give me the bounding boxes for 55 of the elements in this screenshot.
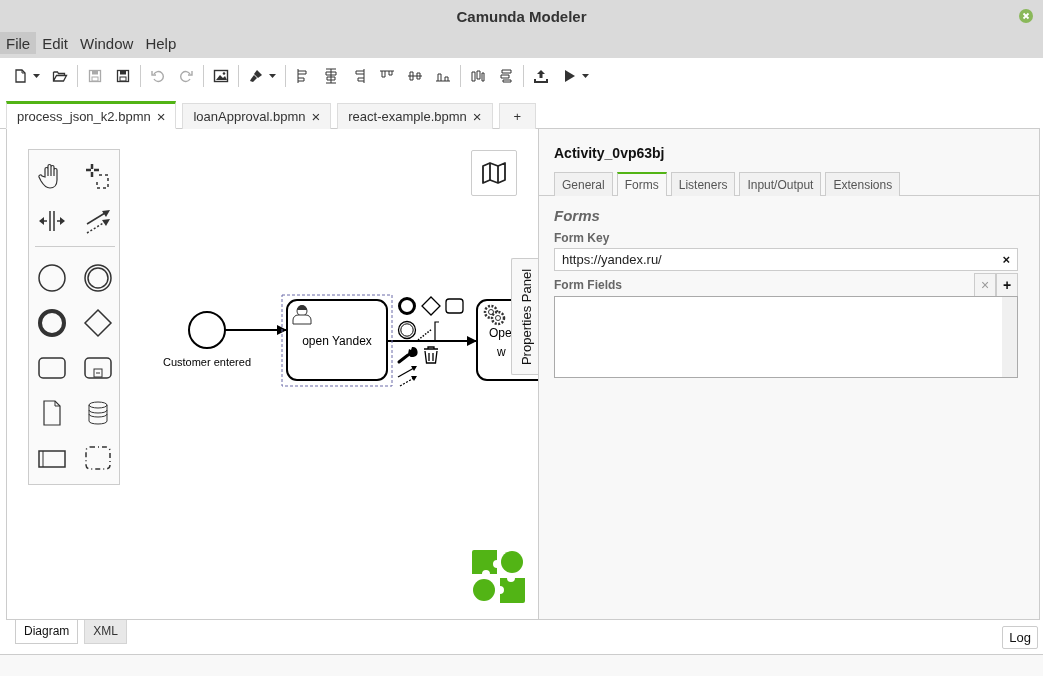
map-icon	[482, 162, 506, 184]
menu-item[interactable]: Help	[139, 32, 183, 54]
gateway-icon[interactable]	[83, 308, 113, 338]
panel-tab[interactable]: Input/Output	[739, 172, 822, 196]
intermediate-event-icon[interactable]	[397, 320, 417, 340]
start-event-icon[interactable]	[37, 263, 67, 293]
event-label: Customer entered	[163, 356, 251, 368]
annotation-icon[interactable]	[417, 321, 440, 342]
menu-item[interactable]: Edit	[36, 32, 75, 54]
add-button[interactable]: +	[996, 273, 1018, 296]
view-tab[interactable]: XML	[84, 620, 128, 644]
window-title: Camunda Modeler	[456, 7, 587, 25]
panel-tab[interactable]: General	[554, 172, 613, 196]
gears-icon	[483, 304, 506, 326]
sequence-flow	[224, 325, 287, 335]
file-tab[interactable]: react-example.bpmn ×	[337, 103, 493, 129]
properties-panel-toggle[interactable]: Properties Panel	[511, 258, 538, 375]
new-tab-button[interactable]: +	[498, 103, 537, 129]
field-label: Form Fields	[554, 278, 622, 294]
clear-button[interactable]: ×	[1002, 252, 1010, 267]
user-icon	[292, 305, 312, 325]
field-label: Form Key	[554, 231, 611, 245]
element-id: Activity_0vp63bj	[553, 144, 666, 163]
input-field[interactable]: https://yandex.ru/ ×	[554, 248, 1018, 271]
minimap-button[interactable]	[471, 150, 517, 196]
group-icon[interactable]	[83, 443, 113, 473]
intermediate-event-icon[interactable]	[83, 263, 113, 293]
menu-item[interactable]: Window	[74, 32, 140, 54]
panel-tab[interactable]: Listeners	[670, 172, 736, 196]
group-title: Forms	[554, 207, 601, 224]
file-tab[interactable]: loanApproval.bpmn ×	[182, 103, 332, 129]
task-label: Ope	[489, 326, 512, 340]
close-button[interactable]: ×	[311, 108, 321, 125]
close-button[interactable]: ×	[156, 107, 166, 125]
panel-tab[interactable]: Forms	[616, 172, 667, 196]
task-label: w	[497, 345, 506, 359]
task-icon[interactable]	[445, 298, 464, 314]
log-button[interactable]: Log	[1002, 626, 1038, 649]
task-shape[interactable]	[286, 299, 388, 381]
wrench-icon[interactable]	[397, 346, 418, 364]
close-button[interactable]: ×	[472, 108, 482, 125]
scrollbar[interactable]	[1002, 297, 1017, 377]
trash-icon[interactable]	[423, 346, 439, 364]
end-event-icon[interactable]	[398, 297, 416, 315]
task-label: open Yandex	[302, 334, 372, 348]
end-event-icon[interactable]	[37, 308, 67, 338]
panel-tab[interactable]: Extensions	[825, 172, 901, 196]
view-tab[interactable]: Diagram	[15, 620, 79, 644]
connect-icon[interactable]	[397, 366, 417, 387]
start-event[interactable]	[188, 311, 226, 349]
file-tab[interactable]: process_json_k2.bpmn ×	[6, 101, 177, 129]
logo-icon	[472, 550, 525, 603]
form-fields-list[interactable]	[554, 296, 1018, 378]
gateway-icon[interactable]	[421, 296, 441, 316]
menu-item[interactable]: File	[0, 32, 37, 54]
